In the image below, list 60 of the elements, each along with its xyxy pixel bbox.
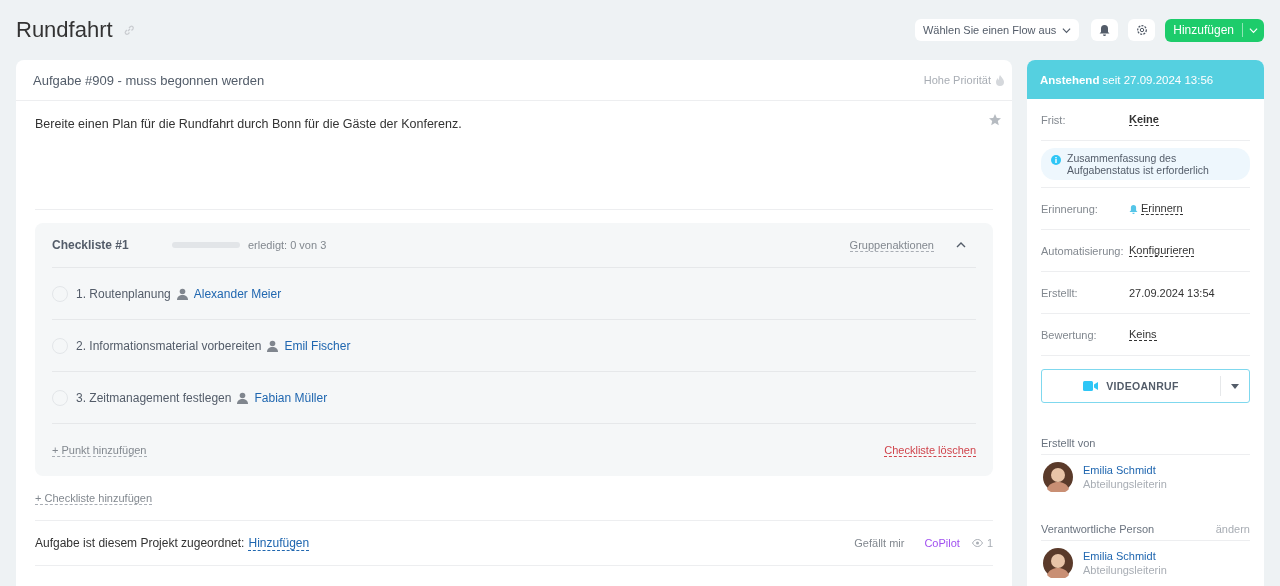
collapse-icon[interactable] <box>956 240 966 250</box>
field-label: Automatisierung: <box>1041 244 1125 257</box>
status-text: Anstehend seit 27.09.2024 13:56 <box>1040 73 1214 86</box>
camera-icon <box>1083 381 1099 391</box>
person-icon <box>237 391 249 404</box>
person-icon <box>176 287 188 300</box>
section-heading: Verantwortliche Person <box>1041 523 1155 535</box>
field-link[interactable]: Konfigurieren <box>1129 244 1195 257</box>
task-description: Bereite einen Plan für die Rundfahrt durch Bonn für die Gäste der Konferenz. <box>35 117 463 131</box>
star-icon[interactable] <box>988 113 1002 127</box>
bell-icon <box>1129 203 1138 214</box>
avatar <box>1043 462 1073 492</box>
field-link[interactable]: Keins <box>1129 328 1157 341</box>
settings-button[interactable] <box>1128 19 1156 41</box>
person-icon <box>267 339 279 352</box>
field-label: Frist: <box>1041 113 1067 126</box>
settings-icon <box>1135 24 1148 36</box>
notification-button[interactable] <box>1091 19 1119 41</box>
avatar <box>1043 548 1073 578</box>
bell-icon <box>1099 24 1111 36</box>
checklist-title: Checkliste #1 <box>52 238 130 252</box>
progress-text: erledigt: 0 von 3 <box>248 239 327 251</box>
group-actions-link[interactable]: Gruppenaktionen <box>849 238 934 252</box>
assignee-link[interactable]: Alexander Meier <box>193 286 282 301</box>
like-link[interactable]: Gefällt mir <box>854 537 905 549</box>
field-value: 27.09.2024 13:54 <box>1129 286 1215 299</box>
page-title: Rundfahrt <box>16 17 113 43</box>
field-label: Bewertung: <box>1041 328 1098 341</box>
add-project-link[interactable]: Hinzufügen <box>248 535 310 551</box>
assignee-link[interactable]: Emil Fischer <box>284 338 351 353</box>
field-label: Erstellt: <box>1041 286 1079 299</box>
caret-icon <box>1231 383 1239 389</box>
section-heading: Erstellt von <box>1041 437 1096 449</box>
notice-text: Zusammenfassung des Aufgabenstatus ist erforderlich <box>1067 152 1210 176</box>
item-text: 1. Routenplanung <box>76 286 171 301</box>
chevron-down-icon <box>1062 25 1072 35</box>
view-count: 1 <box>986 537 993 549</box>
reminder-link[interactable]: Erinnern <box>1141 202 1183 215</box>
eye-icon <box>971 539 983 547</box>
flame-icon[interactable] <box>995 73 1005 87</box>
video-call-button[interactable]: VIDEOANRUF <box>1042 379 1220 393</box>
item-text: 3. Zeitmanagement festlegen <box>76 390 232 405</box>
add-item-link[interactable]: + Punkt hinzufügen <box>52 443 147 457</box>
link-icon[interactable] <box>122 24 135 36</box>
person-role: Abteilungsleiterin <box>1083 478 1167 490</box>
person-name[interactable]: Emilia Schmidt <box>1083 464 1167 476</box>
item-text: 2. Informationsmaterial vorbereiten <box>76 338 262 353</box>
project-label: Aufgabe ist diesem Projekt zugeordnet: <box>35 536 245 550</box>
delete-checklist-link[interactable]: Checkliste löschen <box>884 443 976 457</box>
flow-select[interactable]: Wählen Sie einen Flow aus <box>915 19 1080 41</box>
info-icon <box>1051 155 1061 165</box>
add-checklist-link[interactable]: + Checkliste hinzufügen <box>35 491 153 505</box>
person-name[interactable]: Emilia Schmidt <box>1083 550 1167 562</box>
assignee-link[interactable]: Fabian Müller <box>254 390 328 405</box>
field-label: Erinnerung: <box>1041 202 1099 215</box>
copilot-link[interactable]: CoPilot <box>924 537 960 549</box>
chevron-down-icon <box>1249 25 1258 35</box>
field-link[interactable]: Keine <box>1129 113 1159 126</box>
task-heading: Aufgabe #909 - muss begonnen werden <box>33 72 265 88</box>
person-role: Abteilungsleiterin <box>1083 564 1167 576</box>
